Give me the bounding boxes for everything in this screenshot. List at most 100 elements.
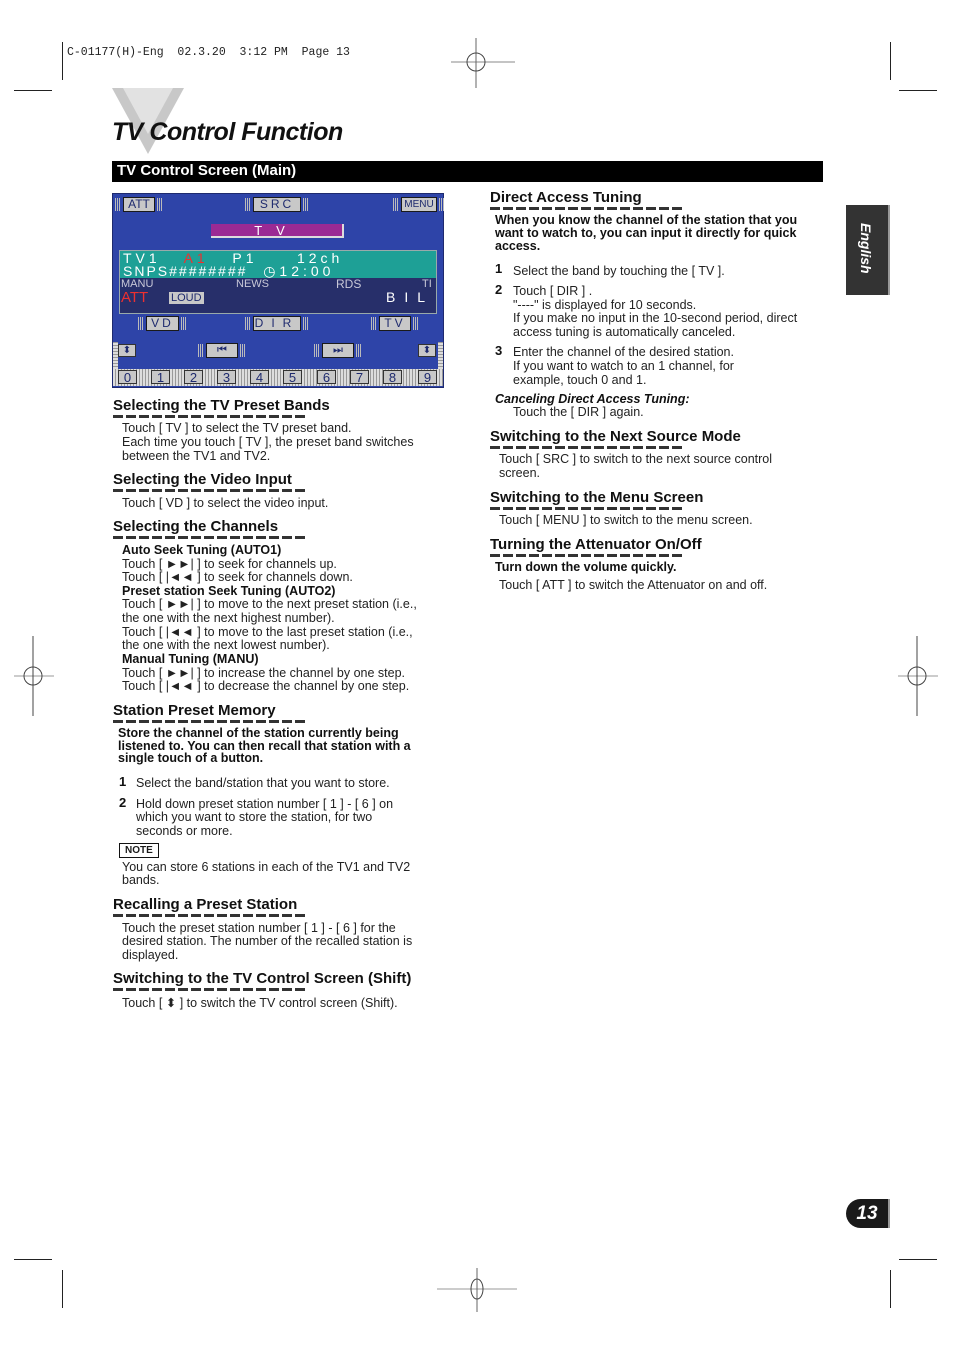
step-text: Select the band/station that you want to… — [136, 776, 390, 790]
seek-back-icon: ⏮ — [217, 344, 227, 356]
step-text: which you want to store the station, for… — [136, 810, 373, 824]
channels-line: Touch [ |◄◄ ] to decrease the channel by… — [122, 679, 410, 693]
att-button[interactable]: ATT — [115, 197, 163, 212]
source-line: screen. — [499, 466, 540, 480]
note-text: You can store 6 stations in each of the … — [122, 860, 411, 874]
shift-button-right[interactable]: ⬍ — [418, 344, 436, 357]
seek-forward-button[interactable]: ⏭ — [314, 343, 362, 358]
number-key-9[interactable]: 9 — [418, 370, 437, 385]
number-key-1[interactable]: 1 — [151, 370, 170, 385]
language-tab-label: English — [858, 223, 874, 274]
heading-channels: Selecting the Channels — [113, 518, 279, 535]
vd-button[interactable]: VD — [138, 316, 187, 331]
bil-indicator: BIL — [385, 289, 434, 305]
registration-mark-left — [14, 636, 54, 716]
manu-title: Manual Tuning (MANU) — [122, 652, 259, 666]
crop-mark — [890, 1270, 891, 1308]
number-key-6[interactable]: 6 — [317, 370, 336, 385]
clock-time: 12:00 — [279, 263, 335, 279]
loud-indicator: LOUD — [169, 292, 204, 304]
step-text: Select the band by touching the [ TV ]. — [513, 264, 725, 278]
station-name: SNPS######## — [123, 263, 248, 279]
number-key-3[interactable]: 3 — [217, 370, 236, 385]
step-text: access tuning is automatically canceled. — [513, 325, 736, 339]
shift-line: Touch [ ⬍ ] to switch the TV control scr… — [122, 996, 398, 1010]
step-text: Touch [ DIR ] . — [513, 284, 593, 298]
tuner-display: TV1 A1 P1 12ch SNPS######## ◷12:00 MANU … — [119, 250, 437, 314]
menu-button[interactable]: MENU — [393, 197, 445, 212]
preset-bands-line: Touch [ TV ] to select the TV preset ban… — [122, 421, 352, 435]
page-title: TV Control Function — [112, 118, 343, 146]
menu-line: Touch [ MENU ] to switch to the menu scr… — [499, 513, 753, 527]
step-number: 3 — [495, 343, 503, 358]
src-button[interactable]: SRC — [245, 197, 309, 212]
channels-line: Touch [ ►►| ] to move to the next preset… — [122, 597, 417, 611]
recalling-line: displayed. — [122, 948, 179, 962]
seek-forward-icon: ⏭ — [333, 344, 343, 356]
crop-mark — [62, 1270, 63, 1308]
crop-mark — [899, 90, 937, 91]
source-line: Touch [ SRC ] to switch to the next sour… — [499, 452, 773, 466]
crop-mark — [899, 1259, 937, 1260]
heading-recalling: Recalling a Preset Station — [113, 896, 298, 913]
auto1-title: Auto Seek Tuning (AUTO1) — [122, 543, 282, 557]
step-text: example, touch 0 and 1. — [513, 373, 647, 387]
recalling-line: desired station. The number of the recal… — [122, 934, 413, 948]
print-slug: C-01177(H)-Eng 02.3.20 3:12 PM Page 13 — [67, 46, 350, 59]
shift-button-left[interactable]: ⬍ — [118, 344, 136, 357]
note-text: bands. — [122, 873, 160, 887]
step-text: Enter the channel of the desired station… — [513, 345, 734, 359]
step-number: 1 — [495, 261, 503, 276]
step-text: If you make no input in the 10-second pe… — [513, 311, 798, 325]
direct-intro: want to watch to, you can input it direc… — [495, 226, 797, 240]
step-number: 2 — [495, 282, 503, 297]
crop-mark — [890, 42, 891, 80]
number-key-7[interactable]: 7 — [350, 370, 369, 385]
number-key-4[interactable]: 4 — [250, 370, 269, 385]
video-input-line: Touch [ VD ] to select the video input. — [122, 496, 329, 510]
tv-control-screen: ATT SRC MENU TV TV1 A1 P1 12ch SNPS#####… — [112, 193, 445, 388]
step-text: seconds or more. — [136, 824, 233, 838]
heading-direct-access: Direct Access Tuning — [490, 189, 642, 206]
section-header: TV Control Screen (Main) — [112, 161, 823, 182]
attenuator-line: Touch [ ATT ] to switch the Attenuator o… — [499, 578, 768, 592]
number-key-0[interactable]: 0 — [118, 370, 137, 385]
heading-next-source: Switching to the Next Source Mode — [490, 428, 741, 445]
channels-line: Touch [ |◄◄ ] to seek for channels down. — [122, 570, 353, 584]
cancel-title: Canceling Direct Access Tuning: — [495, 392, 690, 406]
registration-mark-top — [451, 38, 515, 88]
heading-video-input: Selecting the Video Input — [113, 471, 292, 488]
language-tab: English — [846, 205, 890, 295]
channels-line: the one with the next lowest number). — [122, 638, 330, 652]
heading-preset-bands: Selecting the TV Preset Bands — [113, 397, 330, 414]
registration-mark-right — [898, 636, 938, 716]
attenuator-intro: Turn down the volume quickly. — [495, 560, 677, 574]
preset-memory-intro: single touch of a button. — [118, 751, 264, 765]
step-text: If you want to watch to an 1 channel, fo… — [513, 359, 734, 373]
step-number: 2 — [119, 795, 127, 810]
number-keypad: 0 1 2 3 4 5 6 7 8 9 — [113, 369, 443, 386]
heading-preset-memory: Station Preset Memory — [113, 702, 276, 719]
number-key-2[interactable]: 2 — [184, 370, 203, 385]
heading-shift: Switching to the TV Control Screen (Shif… — [113, 970, 412, 987]
tv-button[interactable]: TV — [371, 316, 419, 331]
channels-line: the one with the next highest number). — [122, 611, 335, 625]
news-indicator: NEWS — [236, 278, 269, 290]
clock-icon: ◷ — [263, 263, 280, 279]
number-key-5[interactable]: 5 — [283, 370, 302, 385]
number-key-8[interactable]: 8 — [383, 370, 402, 385]
heading-attenuator: Turning the Attenuator On/Off — [490, 536, 702, 553]
preset-bands-line: between the TV1 and TV2. — [122, 449, 271, 463]
heading-menu-screen: Switching to the Menu Screen — [490, 489, 704, 506]
seek-back-button[interactable]: ⏮ — [198, 343, 246, 358]
step-number: 1 — [119, 774, 127, 789]
preset-bands-line: Each time you touch [ TV ], the preset b… — [122, 435, 414, 449]
cancel-line: Touch the [ DIR ] again. — [513, 405, 644, 419]
direct-intro: access. — [495, 239, 541, 253]
dir-button[interactable]: DIR — [245, 316, 309, 331]
att-indicator: ATT — [121, 289, 149, 306]
crop-mark — [62, 42, 63, 80]
note-label: NOTE — [119, 843, 159, 858]
page-number: 13 — [846, 1199, 890, 1228]
crop-mark — [14, 1259, 52, 1260]
